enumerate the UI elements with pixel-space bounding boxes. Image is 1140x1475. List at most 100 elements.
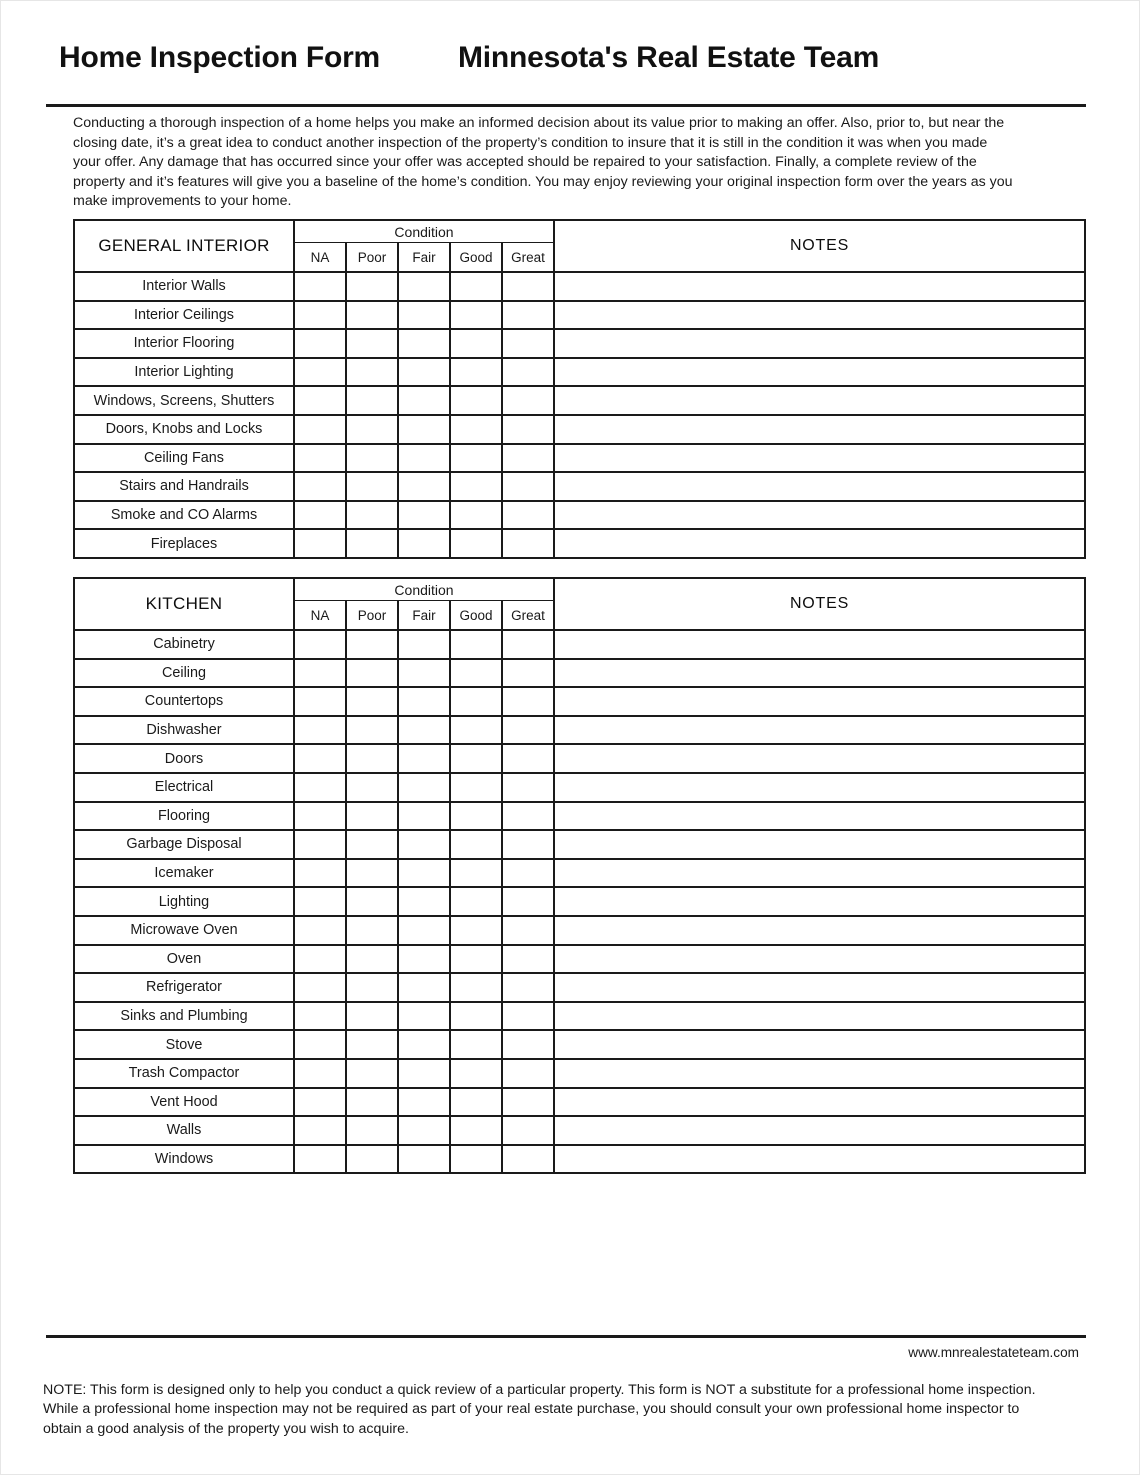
condition-checkbox-cell-great[interactable] (501, 771, 555, 803)
condition-checkbox-cell-good[interactable] (449, 1086, 503, 1118)
condition-checkbox-cell-na[interactable] (293, 829, 347, 860)
condition-checkbox-cell-poor[interactable] (345, 1029, 399, 1060)
condition-checkbox-cell-na[interactable] (293, 943, 347, 975)
condition-checkbox-cell-poor[interactable] (345, 857, 399, 889)
condition-checkbox-cell-good[interactable] (449, 829, 503, 860)
notes-entry-cell[interactable] (553, 1115, 1086, 1146)
condition-checkbox-cell-good[interactable] (449, 442, 503, 474)
condition-checkbox-cell-fair[interactable] (397, 857, 451, 889)
condition-checkbox-cell-fair[interactable] (397, 271, 451, 302)
notes-entry-cell[interactable] (553, 1143, 1086, 1175)
condition-checkbox-cell-na[interactable] (293, 1115, 347, 1146)
condition-checkbox-cell-na[interactable] (293, 356, 347, 388)
notes-entry-cell[interactable] (553, 629, 1086, 660)
condition-checkbox-cell-good[interactable] (449, 1000, 503, 1032)
condition-checkbox-cell-good[interactable] (449, 771, 503, 803)
condition-checkbox-cell-fair[interactable] (397, 714, 451, 746)
condition-checkbox-cell-good[interactable] (449, 972, 503, 1003)
condition-checkbox-cell-great[interactable] (501, 714, 555, 746)
condition-checkbox-cell-great[interactable] (501, 1086, 555, 1118)
condition-checkbox-cell-na[interactable] (293, 800, 347, 832)
condition-checkbox-cell-great[interactable] (501, 413, 555, 445)
condition-checkbox-cell-good[interactable] (449, 499, 503, 531)
condition-checkbox-cell-good[interactable] (449, 743, 503, 774)
condition-checkbox-cell-great[interactable] (501, 857, 555, 889)
condition-checkbox-cell-poor[interactable] (345, 800, 399, 832)
condition-checkbox-cell-good[interactable] (449, 1057, 503, 1089)
condition-checkbox-cell-na[interactable] (293, 442, 347, 474)
condition-checkbox-cell-poor[interactable] (345, 442, 399, 474)
condition-checkbox-cell-poor[interactable] (345, 686, 399, 717)
condition-checkbox-cell-na[interactable] (293, 328, 347, 359)
condition-checkbox-cell-poor[interactable] (345, 528, 399, 559)
condition-checkbox-cell-na[interactable] (293, 385, 347, 416)
condition-checkbox-cell-great[interactable] (501, 686, 555, 717)
condition-checkbox-cell-poor[interactable] (345, 943, 399, 975)
condition-checkbox-cell-good[interactable] (449, 271, 503, 302)
notes-entry-cell[interactable] (553, 1029, 1086, 1060)
condition-checkbox-cell-na[interactable] (293, 499, 347, 531)
condition-checkbox-cell-fair[interactable] (397, 528, 451, 559)
condition-checkbox-cell-poor[interactable] (345, 629, 399, 660)
condition-checkbox-cell-poor[interactable] (345, 1115, 399, 1146)
condition-checkbox-cell-na[interactable] (293, 972, 347, 1003)
notes-entry-cell[interactable] (553, 356, 1086, 388)
condition-checkbox-cell-good[interactable] (449, 800, 503, 832)
notes-entry-cell[interactable] (553, 1000, 1086, 1032)
condition-checkbox-cell-poor[interactable] (345, 328, 399, 359)
condition-checkbox-cell-na[interactable] (293, 1000, 347, 1032)
condition-checkbox-cell-good[interactable] (449, 686, 503, 717)
condition-checkbox-cell-good[interactable] (449, 356, 503, 388)
notes-entry-cell[interactable] (553, 442, 1086, 474)
notes-entry-cell[interactable] (553, 743, 1086, 774)
condition-checkbox-cell-good[interactable] (449, 629, 503, 660)
notes-entry-cell[interactable] (553, 771, 1086, 803)
condition-checkbox-cell-fair[interactable] (397, 1057, 451, 1089)
condition-checkbox-cell-na[interactable] (293, 1086, 347, 1118)
condition-checkbox-cell-great[interactable] (501, 943, 555, 975)
condition-checkbox-cell-poor[interactable] (345, 657, 399, 689)
notes-entry-cell[interactable] (553, 328, 1086, 359)
condition-checkbox-cell-great[interactable] (501, 914, 555, 946)
condition-checkbox-cell-good[interactable] (449, 1115, 503, 1146)
condition-checkbox-cell-na[interactable] (293, 471, 347, 502)
condition-checkbox-cell-great[interactable] (501, 328, 555, 359)
notes-entry-cell[interactable] (553, 1057, 1086, 1089)
condition-checkbox-cell-fair[interactable] (397, 1029, 451, 1060)
condition-checkbox-cell-poor[interactable] (345, 271, 399, 302)
notes-entry-cell[interactable] (553, 800, 1086, 832)
notes-entry-cell[interactable] (553, 829, 1086, 860)
condition-checkbox-cell-great[interactable] (501, 1143, 555, 1175)
condition-checkbox-cell-great[interactable] (501, 972, 555, 1003)
condition-checkbox-cell-na[interactable] (293, 686, 347, 717)
condition-checkbox-cell-good[interactable] (449, 471, 503, 502)
condition-checkbox-cell-fair[interactable] (397, 471, 451, 502)
condition-checkbox-cell-fair[interactable] (397, 800, 451, 832)
condition-checkbox-cell-fair[interactable] (397, 499, 451, 531)
condition-checkbox-cell-fair[interactable] (397, 943, 451, 975)
condition-checkbox-cell-na[interactable] (293, 714, 347, 746)
condition-checkbox-cell-fair[interactable] (397, 1000, 451, 1032)
condition-checkbox-cell-na[interactable] (293, 1029, 347, 1060)
notes-entry-cell[interactable] (553, 271, 1086, 302)
condition-checkbox-cell-fair[interactable] (397, 328, 451, 359)
condition-checkbox-cell-poor[interactable] (345, 299, 399, 331)
notes-entry-cell[interactable] (553, 499, 1086, 531)
condition-checkbox-cell-great[interactable] (501, 1115, 555, 1146)
condition-checkbox-cell-poor[interactable] (345, 1000, 399, 1032)
condition-checkbox-cell-poor[interactable] (345, 829, 399, 860)
condition-checkbox-cell-great[interactable] (501, 299, 555, 331)
condition-checkbox-cell-fair[interactable] (397, 299, 451, 331)
condition-checkbox-cell-good[interactable] (449, 714, 503, 746)
condition-checkbox-cell-na[interactable] (293, 528, 347, 559)
condition-checkbox-cell-poor[interactable] (345, 886, 399, 917)
condition-checkbox-cell-fair[interactable] (397, 972, 451, 1003)
condition-checkbox-cell-poor[interactable] (345, 771, 399, 803)
notes-entry-cell[interactable] (553, 714, 1086, 746)
condition-checkbox-cell-great[interactable] (501, 800, 555, 832)
condition-checkbox-cell-great[interactable] (501, 743, 555, 774)
condition-checkbox-cell-great[interactable] (501, 471, 555, 502)
notes-entry-cell[interactable] (553, 686, 1086, 717)
condition-checkbox-cell-fair[interactable] (397, 1143, 451, 1175)
condition-checkbox-cell-poor[interactable] (345, 471, 399, 502)
